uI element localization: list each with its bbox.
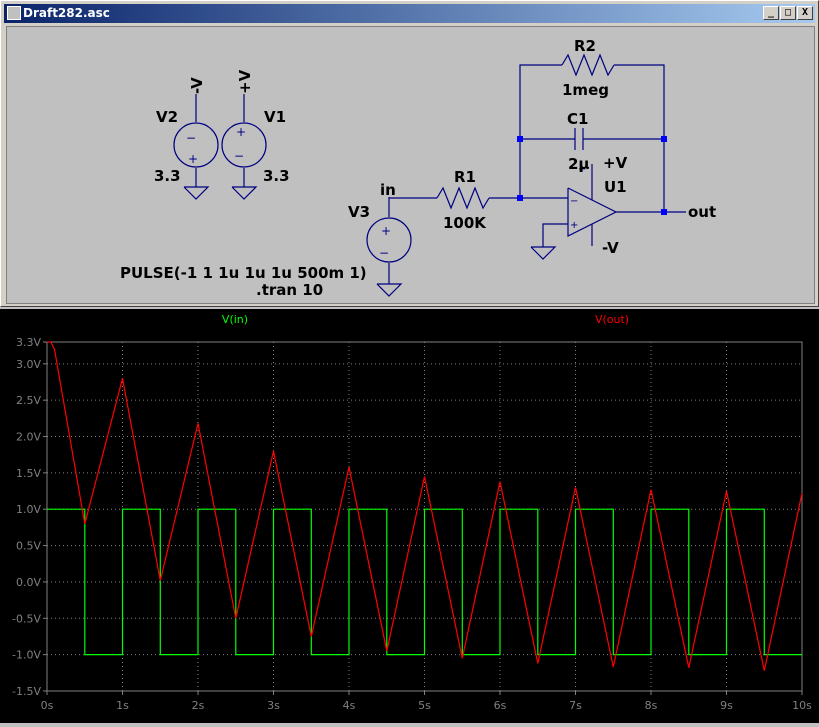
y-tick-label: 1.5V bbox=[16, 467, 41, 480]
u1-name: U1 bbox=[604, 178, 627, 196]
r1-value: 100K bbox=[443, 214, 487, 232]
legend-vout[interactable]: V(out) bbox=[595, 313, 629, 326]
y-tick-label: 0.5V bbox=[16, 540, 41, 553]
r2-name: R2 bbox=[574, 37, 596, 55]
x-tick-label: 10s bbox=[792, 699, 812, 712]
svg-text:+: + bbox=[570, 220, 578, 231]
svg-text:−: − bbox=[186, 131, 196, 145]
u1-vpos-label: +V bbox=[603, 154, 628, 172]
schematic-labels: V2 -V 3.3 V1 +V 3.3 V3 in R1 100K R2 1me… bbox=[120, 37, 716, 299]
svg-text:+: + bbox=[236, 125, 246, 139]
window-title: Draft282.asc bbox=[23, 6, 110, 20]
y-tick-label: 3.0V bbox=[16, 358, 41, 371]
x-tick-label: 9s bbox=[720, 699, 733, 712]
maximize-button[interactable]: □ bbox=[780, 6, 796, 20]
c1-value: 2µ bbox=[568, 155, 589, 173]
y-tick-label: 1.0V bbox=[16, 503, 41, 516]
v1-name: V1 bbox=[264, 108, 286, 126]
app-icon[interactable] bbox=[7, 6, 21, 20]
x-tick-label: 4s bbox=[343, 699, 356, 712]
y-tick-label: -1.5V bbox=[12, 685, 41, 698]
y-tick-label: 3.3V bbox=[16, 336, 41, 349]
x-tick-label: 6s bbox=[494, 699, 507, 712]
v3-name: V3 bbox=[348, 203, 370, 221]
r1-name: R1 bbox=[454, 168, 476, 186]
r2-value: 1meg bbox=[562, 81, 609, 99]
svg-text:−: − bbox=[570, 196, 578, 207]
tran-directive: .tran 10 bbox=[256, 281, 323, 299]
v2-value: 3.3 bbox=[154, 167, 181, 185]
x-tick-label: 0s bbox=[41, 699, 54, 712]
v1-net-label: +V bbox=[236, 69, 254, 94]
svg-text:+: + bbox=[188, 152, 198, 166]
schematic-canvas[interactable]: − + + − + − − + + V2 -V 3.3 V1 +V 3.3 V3… bbox=[6, 26, 815, 304]
title-bar[interactable]: Draft282.asc _ □ X bbox=[4, 4, 815, 23]
waveform-chart[interactable]: V(in) V(out) 0s 1s 2s 3s 4s 5s 6s 7s 8s 9s 10s 3.3V… bbox=[0, 309, 819, 723]
y-tick-label: 0.0V bbox=[16, 576, 41, 589]
y-tick-label: 2.5V bbox=[16, 394, 41, 407]
pulse-directive: PULSE(-1 1 1u 1u 1u 500m 1) bbox=[120, 264, 367, 282]
v1-value: 3.3 bbox=[263, 167, 290, 185]
legend-vin[interactable]: V(in) bbox=[222, 313, 248, 326]
svg-text:+: + bbox=[381, 224, 391, 238]
series-vin-trace bbox=[47, 508, 802, 656]
waveform-plot-window[interactable]: V(in) V(out) 0s 1s 2s 3s 4s 5s 6s 7s 8s 9s 10s 3.3V… bbox=[0, 309, 819, 723]
net-in-label: in bbox=[380, 181, 396, 199]
close-button[interactable]: X bbox=[797, 6, 813, 20]
x-tick-label: 8s bbox=[645, 699, 658, 712]
u1-vneg-label: -V bbox=[602, 239, 619, 257]
schematic-window: Draft282.asc _ □ X − + + − + − − + + V2 … bbox=[0, 0, 819, 307]
svg-text:−: − bbox=[379, 246, 389, 260]
c1-name: C1 bbox=[567, 110, 588, 128]
y-tick-label: -1.0V bbox=[12, 649, 41, 662]
svg-text:−: − bbox=[234, 149, 244, 163]
x-tick-label: 2s bbox=[192, 699, 205, 712]
v2-name: V2 bbox=[156, 108, 178, 126]
v2-net-label: -V bbox=[188, 77, 206, 94]
minimize-button[interactable]: _ bbox=[763, 6, 779, 20]
x-tick-label: 5s bbox=[418, 699, 431, 712]
x-tick-label: 3s bbox=[267, 699, 280, 712]
x-tick-label: 1s bbox=[116, 699, 129, 712]
schematic-drawing: − + + − + − − + + V2 -V 3.3 V1 +V 3.3 V3… bbox=[120, 37, 716, 299]
x-tick-label: 7s bbox=[569, 699, 582, 712]
y-tick-label: 2.0V bbox=[16, 431, 41, 444]
net-out-label: out bbox=[688, 203, 716, 221]
y-tick-label: -0.5V bbox=[12, 612, 41, 625]
